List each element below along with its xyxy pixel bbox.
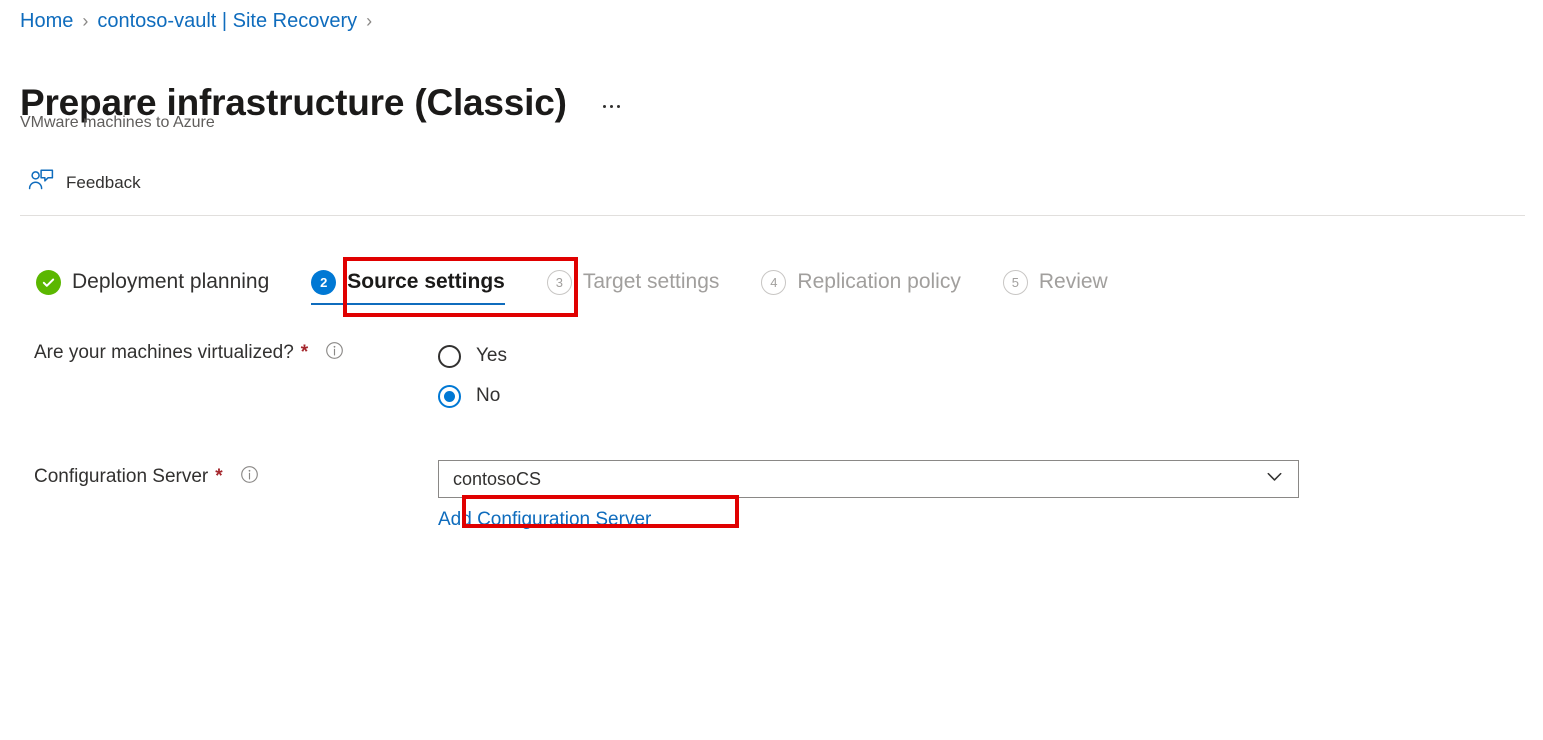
field-label-cell: Configuration Server * bbox=[0, 460, 438, 494]
info-icon[interactable] bbox=[325, 341, 344, 365]
feedback-label: Feedback bbox=[66, 172, 141, 192]
field-configuration-server: Configuration Server * contosoCS Add Con… bbox=[0, 460, 1543, 533]
configuration-server-selected-value: contosoCS bbox=[453, 469, 542, 489]
wizard-step-label: Replication policy bbox=[797, 270, 961, 293]
radio-no-indicator[interactable] bbox=[438, 384, 461, 408]
ellipsis-dot bbox=[602, 105, 606, 109]
virtualized-label: Are your machines virtualized? bbox=[34, 342, 294, 363]
step-underline bbox=[311, 303, 505, 305]
ellipsis-dot bbox=[616, 105, 620, 109]
wizard-step-label: Target settings bbox=[582, 270, 720, 293]
radio-no-label: No bbox=[476, 385, 501, 406]
wizard-step-label: Deployment planning bbox=[72, 270, 270, 293]
required-indicator: * bbox=[215, 466, 223, 487]
breadcrumb-item-home[interactable]: Home bbox=[20, 8, 73, 34]
form-spacer bbox=[0, 416, 1543, 460]
page-title-row: Prepare infrastructure (Classic) bbox=[20, 55, 626, 151]
configuration-server-dropdown[interactable]: contosoCS bbox=[438, 460, 1299, 498]
wizard-step-review[interactable]: 5 Review bbox=[1001, 262, 1110, 306]
wizard-step-replication-policy[interactable]: 4 Replication policy bbox=[759, 262, 962, 306]
virtualized-radio-group: Yes No bbox=[438, 336, 1543, 416]
step-complete-check-icon bbox=[36, 269, 61, 295]
feedback-person-comment-icon bbox=[28, 168, 54, 197]
step-number-badge: 3 bbox=[546, 269, 572, 295]
feedback-button[interactable]: Feedback bbox=[20, 163, 149, 202]
field-label-cell: Are your machines virtualized? * bbox=[0, 336, 438, 370]
add-configuration-server-link[interactable]: Add Configuration Server bbox=[438, 507, 651, 533]
radio-option-no[interactable]: No bbox=[438, 376, 500, 416]
azure-portal-blade: Home › contoso-vault | Site Recovery › P… bbox=[0, 0, 1543, 740]
wizard-step-label: Source settings bbox=[347, 270, 505, 293]
wizard-step-deployment-planning[interactable]: Deployment planning bbox=[34, 262, 271, 306]
command-bar-divider bbox=[20, 215, 1525, 216]
wizard-steps: Deployment planning 2 Source settings 3 … bbox=[34, 262, 1110, 306]
breadcrumb-separator-icon: › bbox=[82, 11, 89, 31]
radio-yes-label: Yes bbox=[476, 345, 507, 366]
wizard-step-source-settings[interactable]: 2 Source settings bbox=[309, 262, 507, 306]
breadcrumb-separator-icon: › bbox=[366, 11, 373, 31]
breadcrumb: Home › contoso-vault | Site Recovery › bbox=[20, 8, 381, 34]
info-icon[interactable] bbox=[240, 465, 259, 489]
wizard-step-label: Review bbox=[1038, 270, 1108, 293]
step-number-badge: 2 bbox=[311, 269, 337, 295]
ellipsis-dot bbox=[609, 105, 613, 109]
wizard-step-target-settings[interactable]: 3 Target settings bbox=[545, 262, 722, 306]
radio-yes-indicator[interactable] bbox=[438, 344, 461, 368]
more-options-ellipsis-icon[interactable] bbox=[597, 99, 626, 114]
breadcrumb-item-vault[interactable]: contoso-vault | Site Recovery bbox=[97, 8, 357, 34]
command-bar: Feedback bbox=[20, 163, 149, 202]
field-are-machines-virtualized: Are your machines virtualized? * Yes No bbox=[0, 336, 1543, 416]
chevron-down-icon[interactable] bbox=[1264, 466, 1285, 492]
configuration-server-control: contosoCS Add Configuration Server bbox=[438, 460, 1543, 533]
source-settings-form: Are your machines virtualized? * Yes No … bbox=[0, 336, 1543, 533]
radio-option-yes[interactable]: Yes bbox=[438, 336, 507, 376]
step-number-badge: 4 bbox=[761, 269, 787, 295]
step-number-badge: 5 bbox=[1002, 269, 1028, 295]
page-subtitle: VMware machines to Azure bbox=[20, 114, 215, 131]
configuration-server-label: Configuration Server bbox=[34, 466, 209, 487]
required-indicator: * bbox=[300, 342, 309, 363]
